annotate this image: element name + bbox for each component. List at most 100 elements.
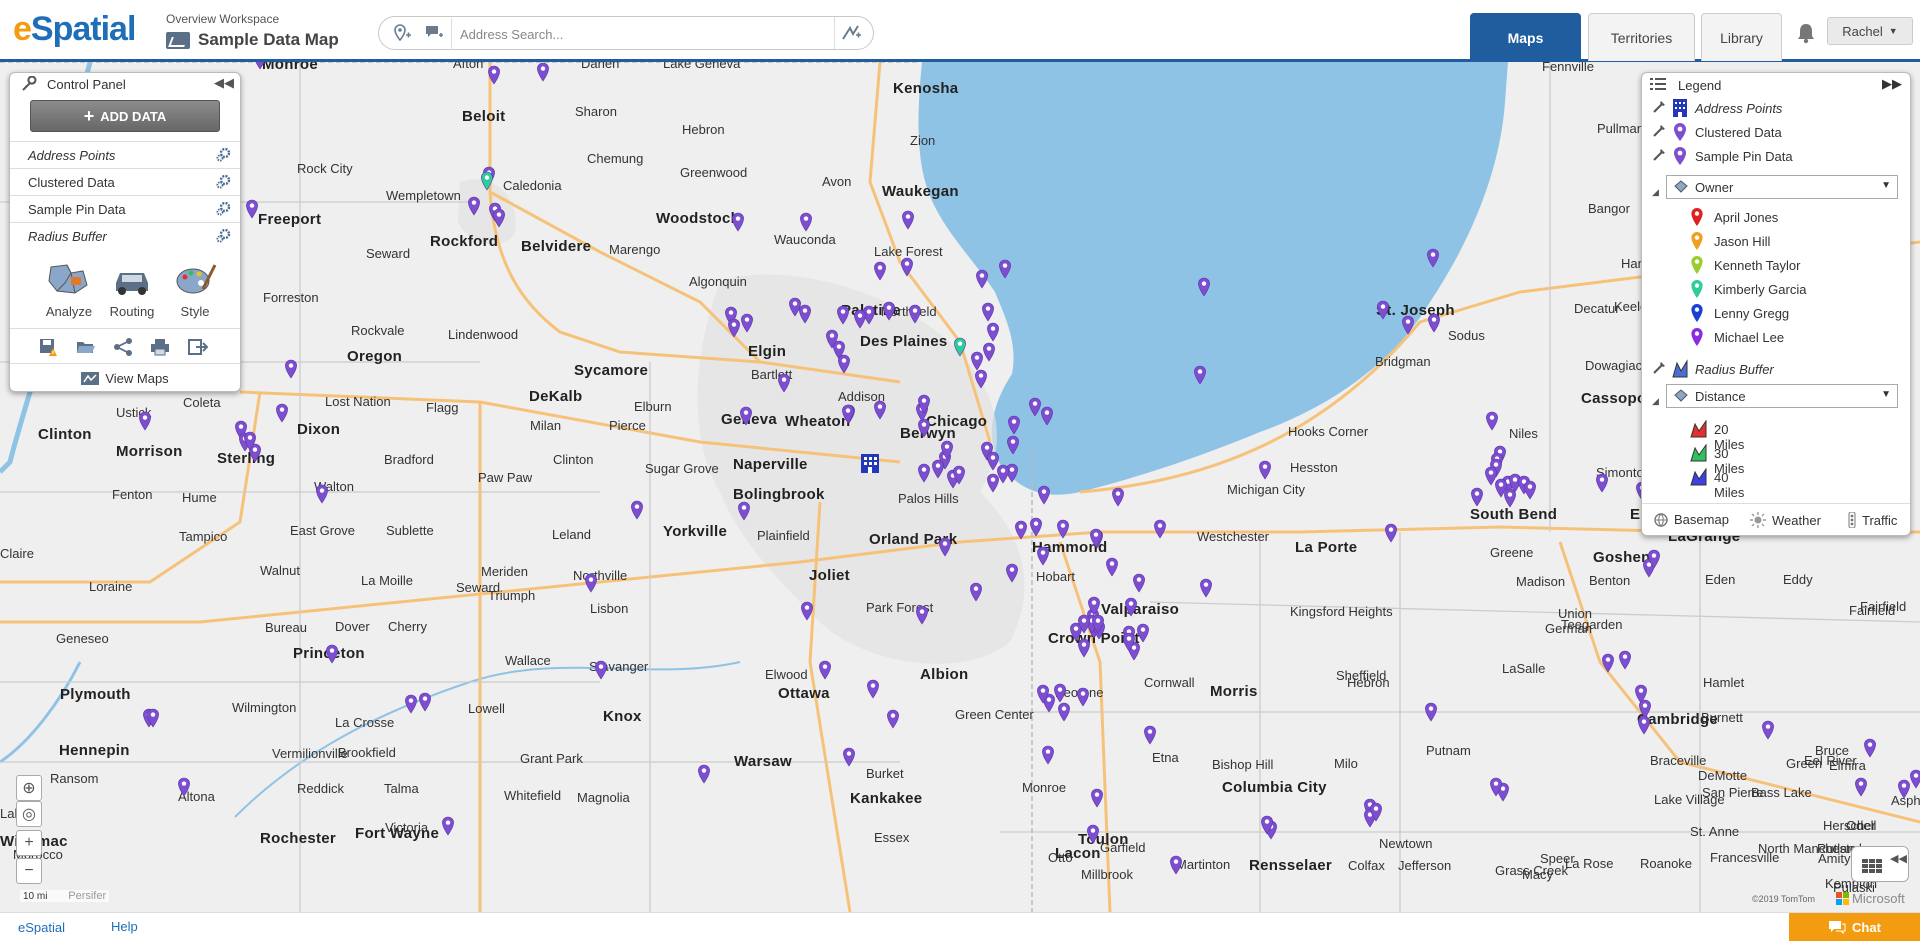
map-pin[interactable] bbox=[737, 501, 751, 521]
user-menu[interactable]: Rachel ▼ bbox=[1827, 17, 1913, 45]
map-pin[interactable] bbox=[1057, 702, 1071, 722]
map-pin[interactable] bbox=[1007, 415, 1021, 435]
map-pin[interactable] bbox=[975, 269, 989, 289]
map-pin[interactable] bbox=[998, 259, 1012, 279]
zoom-in-button[interactable]: + bbox=[16, 830, 42, 856]
collapse-triangle-icon[interactable]: ◢ bbox=[1652, 187, 1659, 198]
map-pin[interactable] bbox=[1197, 277, 1211, 297]
map-pin[interactable] bbox=[900, 257, 914, 277]
map-pin[interactable] bbox=[584, 573, 598, 593]
legend-radius-buffer[interactable]: Radius Buffer bbox=[1642, 358, 1910, 380]
map-pin[interactable] bbox=[1040, 406, 1054, 426]
map-pin[interactable] bbox=[739, 406, 753, 426]
map-pin[interactable] bbox=[1111, 487, 1125, 507]
distance-select[interactable]: Distance ▼ bbox=[1666, 384, 1898, 408]
map-pin[interactable] bbox=[1086, 824, 1100, 844]
map-pin[interactable] bbox=[974, 369, 988, 389]
map-pin[interactable] bbox=[1523, 480, 1537, 500]
map-pin[interactable] bbox=[901, 210, 915, 230]
map-pin[interactable] bbox=[842, 747, 856, 767]
map-pin[interactable] bbox=[1089, 528, 1103, 548]
gear-icon[interactable] bbox=[215, 227, 232, 244]
map-pin[interactable] bbox=[253, 62, 267, 70]
map-pin[interactable] bbox=[727, 318, 741, 338]
add-data-button[interactable]: + ADD DATA bbox=[30, 100, 220, 132]
map-pin[interactable] bbox=[467, 196, 481, 216]
map-pin[interactable] bbox=[986, 451, 1000, 471]
map-pin[interactable] bbox=[1647, 549, 1661, 569]
map-pin[interactable] bbox=[981, 302, 995, 322]
tab-library[interactable]: Library bbox=[1701, 13, 1782, 61]
directions-button[interactable] bbox=[834, 17, 869, 49]
map-pin-kimberly-garcia[interactable] bbox=[480, 171, 494, 191]
map-pin[interactable] bbox=[940, 440, 954, 460]
map-pin[interactable] bbox=[284, 359, 298, 379]
brush-icon[interactable] bbox=[1652, 124, 1666, 138]
tab-territories[interactable]: Territories bbox=[1588, 13, 1695, 61]
gear-icon[interactable] bbox=[215, 173, 232, 190]
map-pin[interactable] bbox=[1489, 777, 1503, 797]
layer-clustered-data[interactable]: Clustered Data bbox=[10, 168, 240, 194]
map-pin[interactable] bbox=[873, 400, 887, 420]
map-pin-kimberly-garcia[interactable] bbox=[953, 337, 967, 357]
map-pin[interactable] bbox=[1637, 715, 1651, 735]
map-pin[interactable] bbox=[798, 304, 812, 324]
map-pin[interactable] bbox=[1863, 738, 1877, 758]
map-canvas[interactable]: Monroe Afton Darien Lake Geneva Kenosha Fennv… bbox=[0, 62, 1920, 912]
map-pin[interactable] bbox=[882, 301, 896, 321]
map-pin[interactable] bbox=[908, 304, 922, 324]
legend-address-points[interactable]: Address Points bbox=[1642, 97, 1910, 119]
weather-button[interactable]: Weather bbox=[1750, 512, 1821, 528]
brush-icon[interactable] bbox=[1652, 100, 1666, 114]
collapse-triangle-icon[interactable]: ◢ bbox=[1652, 396, 1659, 407]
add-pin-button[interactable] bbox=[385, 17, 419, 49]
map-pin[interactable] bbox=[1494, 478, 1508, 498]
map-pin[interactable] bbox=[1124, 597, 1138, 617]
bell-icon[interactable] bbox=[1796, 22, 1816, 44]
analyze-tool[interactable]: Analyze bbox=[39, 261, 99, 321]
map-pin[interactable] bbox=[1014, 520, 1028, 540]
map-pin[interactable] bbox=[970, 351, 984, 371]
routing-tool[interactable]: Routing bbox=[102, 261, 162, 321]
traffic-button[interactable]: Traffic bbox=[1848, 512, 1897, 528]
gear-icon[interactable] bbox=[215, 146, 232, 163]
map-pin[interactable] bbox=[1076, 687, 1090, 707]
map-pin[interactable] bbox=[1136, 623, 1150, 643]
legend-clustered-data[interactable]: Clustered Data bbox=[1642, 121, 1910, 143]
map-pin[interactable] bbox=[1424, 702, 1438, 722]
map-pin[interactable] bbox=[969, 582, 983, 602]
map-pin[interactable] bbox=[1132, 573, 1146, 593]
collapse-icon[interactable]: ◀◀ bbox=[214, 75, 234, 91]
map-pin[interactable] bbox=[886, 709, 900, 729]
layer-address-points[interactable]: Address Points bbox=[10, 141, 240, 167]
map-pin[interactable] bbox=[1037, 485, 1051, 505]
map-pin[interactable] bbox=[487, 65, 501, 85]
map-pin[interactable] bbox=[938, 537, 952, 557]
map-pin[interactable] bbox=[1153, 519, 1167, 539]
layer-sample-pin-data[interactable]: Sample Pin Data bbox=[10, 195, 240, 221]
map-pin[interactable] bbox=[952, 465, 966, 485]
map-pin[interactable] bbox=[1909, 769, 1920, 789]
map-pin[interactable] bbox=[740, 313, 754, 333]
open-folder-icon[interactable] bbox=[76, 337, 96, 357]
map-pin[interactable] bbox=[837, 354, 851, 374]
map-pin[interactable] bbox=[799, 212, 813, 232]
map-pin[interactable] bbox=[536, 62, 550, 82]
style-tool[interactable]: Style bbox=[165, 261, 225, 321]
map-pin[interactable] bbox=[1485, 411, 1499, 431]
map-pin[interactable] bbox=[1056, 519, 1070, 539]
map-pin[interactable] bbox=[418, 692, 432, 712]
map-pin[interactable] bbox=[697, 764, 711, 784]
footer-brand-link[interactable]: eSpatial bbox=[18, 920, 65, 935]
map-pin[interactable] bbox=[630, 500, 644, 520]
address-point-building-icon[interactable] bbox=[860, 452, 880, 474]
zoom-out-button[interactable]: − bbox=[16, 858, 42, 884]
map-pin[interactable] bbox=[1041, 745, 1055, 765]
print-icon[interactable] bbox=[150, 337, 170, 357]
map-pin[interactable] bbox=[1854, 777, 1868, 797]
map-pin[interactable] bbox=[982, 342, 996, 362]
help-link[interactable]: Help bbox=[111, 919, 138, 934]
map-pin[interactable] bbox=[915, 605, 929, 625]
map-pin[interactable] bbox=[1091, 614, 1105, 634]
export-icon[interactable] bbox=[188, 337, 208, 357]
